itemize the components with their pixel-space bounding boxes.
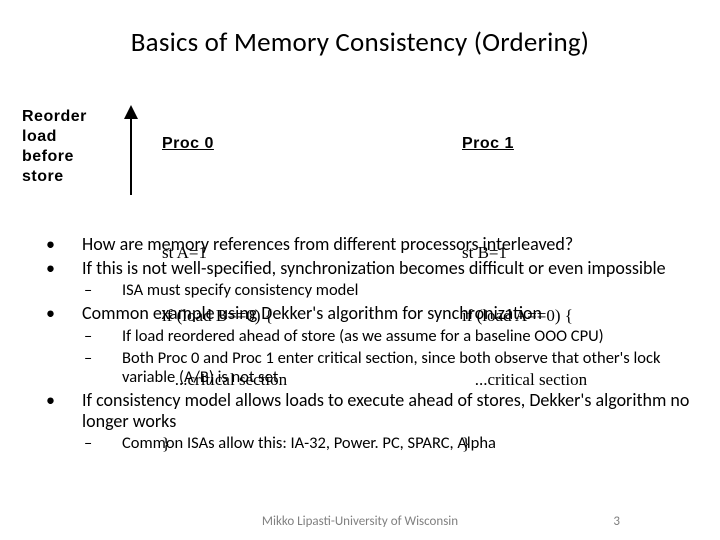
proc1-heading: Proc 1	[462, 135, 587, 153]
bullet-level2: Common ISAs allow this: IA-32, Power. PC…	[42, 434, 690, 453]
up-arrow-icon	[120, 105, 142, 202]
bullet-level2: If load reordered ahead of store (as we …	[42, 327, 690, 346]
diagram-area: Reorder load before store Proc 0 st A=1 …	[22, 95, 698, 225]
slide: Basics of Memory Consistency (Ordering) …	[0, 0, 720, 540]
bullet-list: How are memory references from different…	[42, 234, 690, 456]
page-number: 3	[613, 514, 620, 529]
footer-text: Mikko Lipasti-University of Wisconsin	[0, 514, 720, 529]
bullet-level1: If consistency model allows loads to exe…	[42, 390, 690, 431]
proc0-heading: Proc 0	[162, 135, 287, 153]
reorder-line: load	[22, 127, 87, 147]
bullet-level2: ISA must specify consistency model	[42, 281, 690, 300]
bullet-level1: If this is not well-specified, synchroni…	[42, 258, 690, 279]
reorder-line: Reorder	[22, 107, 87, 127]
bullet-level1: How are memory references from different…	[42, 234, 690, 255]
reorder-label: Reorder load before store	[22, 107, 87, 187]
reorder-line: store	[22, 167, 87, 187]
slide-title: Basics of Memory Consistency (Ordering)	[0, 26, 720, 59]
bullet-level1: Common example using Dekker's algorithm …	[42, 303, 690, 324]
bullet-level2: Both Proc 0 and Proc 1 enter critical se…	[42, 349, 690, 387]
reorder-line: before	[22, 147, 87, 167]
